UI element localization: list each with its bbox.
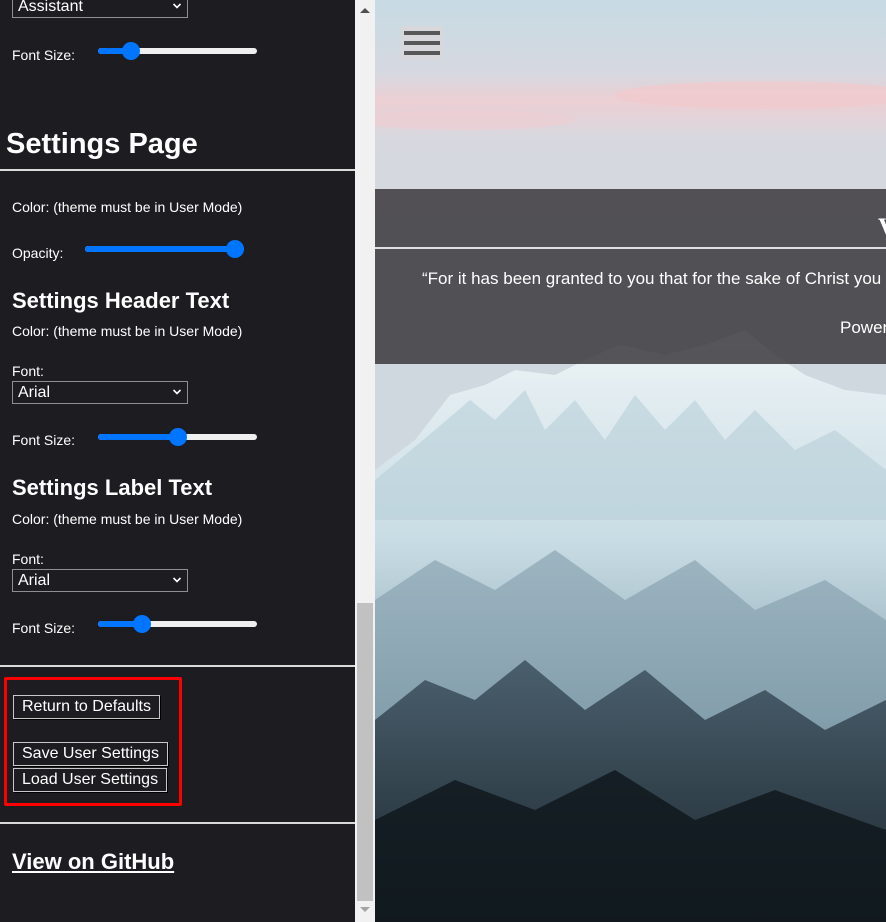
top-font-size-slider[interactable]: [98, 42, 257, 60]
footer-divider: [0, 822, 355, 824]
top-font-size-label: Font Size:: [12, 47, 76, 63]
scroll-down-arrow-icon[interactable]: [360, 907, 370, 912]
scrollbar-thumb[interactable]: [357, 603, 373, 901]
header-font-label: Font:: [12, 363, 44, 379]
chevron-down-icon: [173, 3, 181, 9]
buttons-divider: [0, 665, 355, 667]
scroll-up-arrow-icon[interactable]: [360, 8, 370, 13]
label-font-size-label: Font Size:: [12, 620, 76, 636]
verse-panel-title: V: [878, 213, 886, 243]
save-user-settings-button[interactable]: Save User Settings: [13, 742, 168, 766]
top-font-select-value: Assistant: [18, 0, 83, 15]
label-font-label: Font:: [12, 551, 44, 567]
header-font-size-label: Font Size:: [12, 432, 76, 448]
label-text-color-label: Color: (theme must be in User Mode): [12, 511, 243, 527]
github-link[interactable]: View on GitHub: [12, 849, 174, 875]
settings-page-heading: Settings Page: [6, 128, 198, 160]
settings-sidebar: Assistant Font Size: Settings Page Color…: [0, 0, 355, 922]
verse-divider: [375, 247, 886, 249]
top-font-select[interactable]: Assistant: [12, 0, 188, 18]
header-text-heading: Settings Header Text: [12, 288, 230, 313]
header-text-color-label: Color: (theme must be in User Mode): [12, 323, 243, 339]
label-font-size-slider[interactable]: [98, 615, 257, 633]
chevron-down-icon: [173, 389, 181, 395]
main-content: V “For it has been granted to you that f…: [375, 0, 886, 922]
return-to-defaults-button[interactable]: Return to Defaults: [13, 695, 160, 719]
opacity-label: Opacity:: [12, 245, 64, 261]
powered-by-text: Power: [840, 318, 886, 337]
label-font-select-value: Arial: [18, 572, 51, 589]
header-font-size-slider[interactable]: [98, 428, 257, 446]
settings-page-color-label: Color: (theme must be in User Mode): [12, 199, 243, 215]
label-font-select[interactable]: Arial: [12, 569, 188, 592]
sidebar-scrollbar[interactable]: [355, 0, 375, 922]
hamburger-menu-icon[interactable]: [401, 26, 443, 60]
opacity-slider[interactable]: [85, 240, 244, 258]
load-user-settings-button[interactable]: Load User Settings: [13, 768, 168, 792]
label-text-heading: Settings Label Text: [12, 475, 213, 500]
mountain-background-image: [375, 0, 886, 922]
chevron-down-icon: [173, 577, 181, 583]
header-font-select-value: Arial: [18, 384, 51, 401]
verse-text: “For it has been granted to you that for…: [422, 269, 882, 288]
section-divider: [0, 169, 355, 171]
verse-panel: V “For it has been granted to you that f…: [375, 189, 886, 364]
header-font-select[interactable]: Arial: [12, 381, 188, 404]
